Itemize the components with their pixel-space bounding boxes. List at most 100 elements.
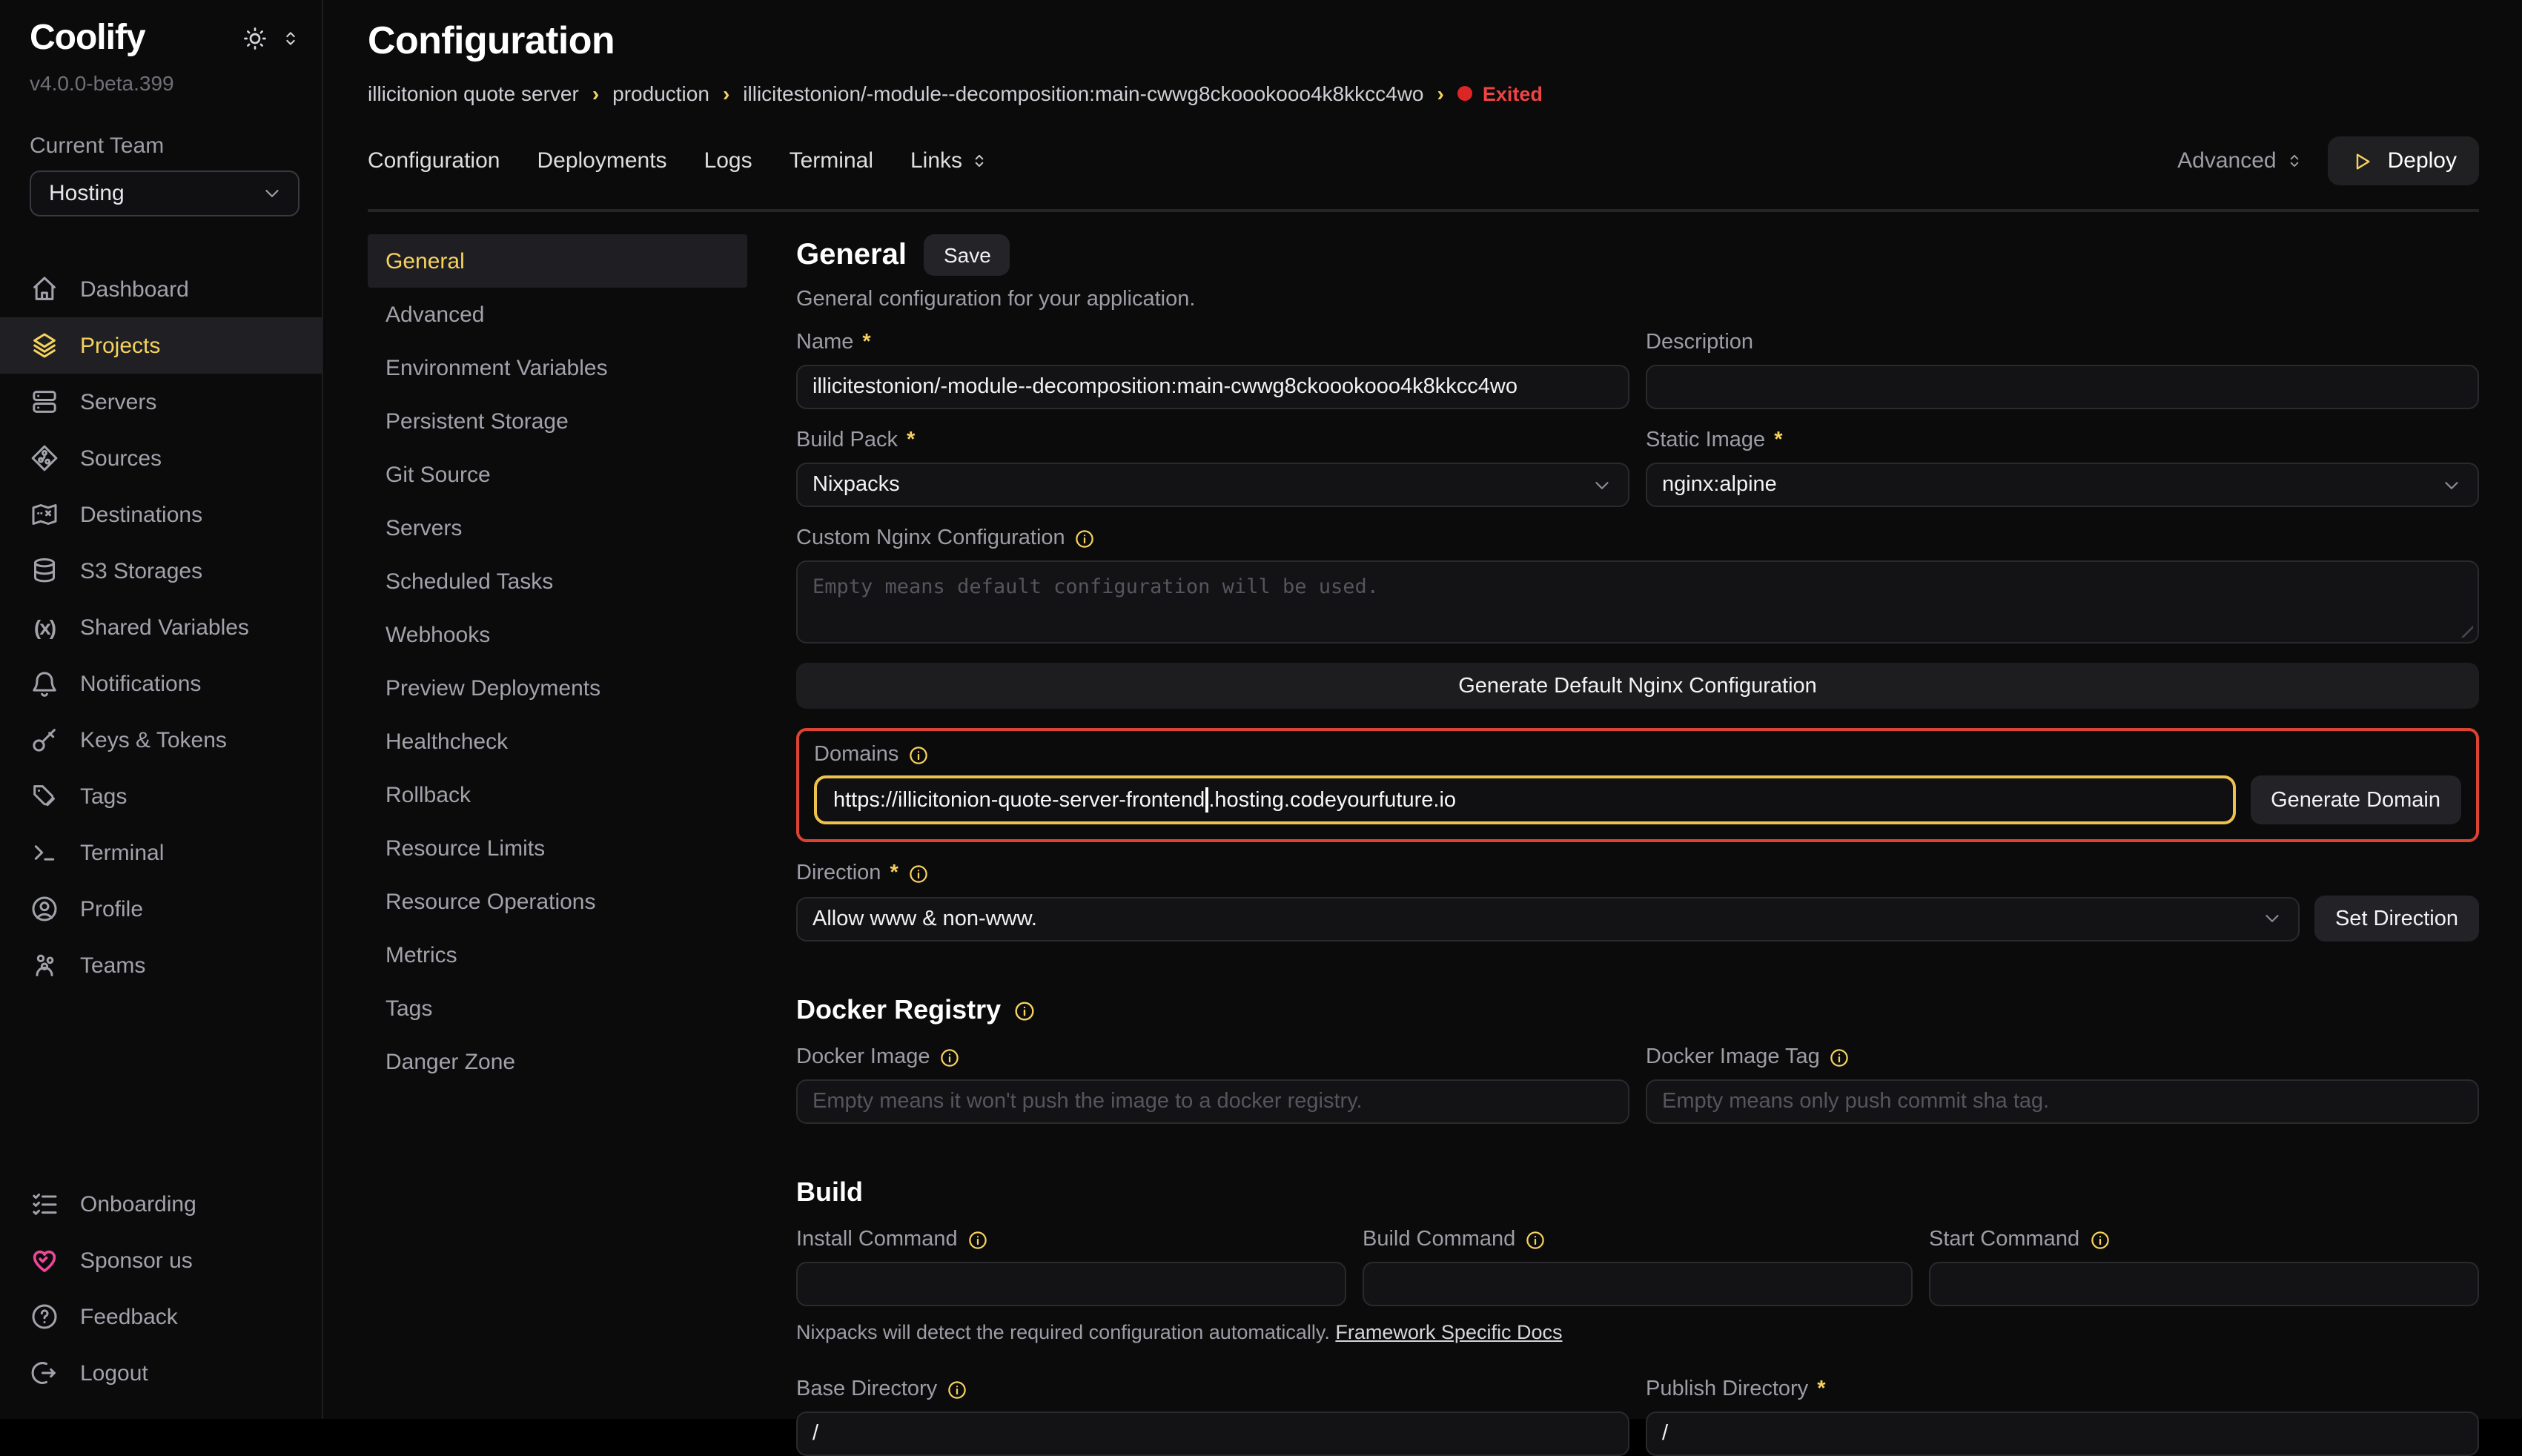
tab-terminal[interactable]: Terminal [790, 148, 873, 173]
info-icon[interactable] [907, 744, 930, 766]
info-icon[interactable] [907, 862, 930, 884]
set-direction-button[interactable]: Set Direction [2314, 896, 2479, 942]
install-command-input[interactable] [796, 1262, 1346, 1306]
subnav-item-rollback[interactable]: Rollback [368, 768, 747, 821]
info-icon[interactable] [2088, 1228, 2111, 1251]
install-command-label: Install Command [796, 1228, 1346, 1251]
theme-toggle-sun-icon[interactable] [242, 25, 268, 52]
sidebar-item-logout[interactable]: Logout [0, 1345, 322, 1401]
generate-nginx-button[interactable]: Generate Default Nginx Configuration [796, 663, 2479, 709]
breadcrumb-project[interactable]: illicitonion quote server [368, 82, 579, 105]
tab-configuration[interactable]: Configuration [368, 148, 500, 173]
sidebar-item-sponsor-us[interactable]: Sponsor us [0, 1232, 322, 1288]
domains-input[interactable]: https://illicitonion-quote-server-fronte… [814, 775, 2235, 824]
tab-links[interactable]: Links [910, 148, 989, 173]
sidebar-item-label: Destinations [80, 502, 202, 527]
subnav-item-resource-limits[interactable]: Resource Limits [368, 821, 747, 875]
docker-image-tag-input[interactable] [1646, 1079, 2479, 1124]
start-command-input[interactable] [1929, 1262, 2479, 1306]
chevron-up-down-icon [970, 151, 989, 171]
tabs: Configuration Deployments Logs Terminal … [368, 148, 989, 173]
sidebar-item-servers[interactable]: Servers [0, 374, 322, 430]
section-title: General [796, 238, 907, 272]
info-icon[interactable] [1013, 999, 1035, 1022]
name-input[interactable] [796, 365, 1629, 409]
required-asterisk: * [1774, 428, 1782, 452]
database-icon [30, 556, 59, 586]
build-command-input[interactable] [1363, 1262, 1913, 1306]
sidebar-item-shared-variables[interactable]: (x) Shared Variables [0, 599, 322, 655]
sidebar-item-projects[interactable]: Projects [0, 317, 322, 374]
tab-logs[interactable]: Logs [704, 148, 752, 173]
resize-handle[interactable] [2460, 624, 2473, 638]
team-select[interactable]: Hosting [30, 171, 299, 216]
sidebar-item-label: Projects [80, 333, 160, 358]
custom-nginx-textarea[interactable]: Empty means default configuration will b… [796, 560, 2479, 643]
subnav-item-healthcheck[interactable]: Healthcheck [368, 715, 747, 768]
section-subtitle: General configuration for your applicati… [796, 288, 2479, 311]
theme-selector-icon[interactable] [280, 28, 301, 49]
user-circle-icon [30, 894, 59, 924]
sidebar-item-destinations[interactable]: Destinations [0, 486, 322, 543]
subnav-item-metrics[interactable]: Metrics [368, 928, 747, 982]
sidebar-item-sources[interactable]: Sources [0, 430, 322, 486]
generate-domain-button[interactable]: Generate Domain [2250, 775, 2461, 824]
deploy-button[interactable]: Deploy [2329, 136, 2479, 185]
sidebar-item-feedback[interactable]: Feedback [0, 1288, 322, 1345]
framework-docs-link[interactable]: Framework Specific Docs [1335, 1321, 1562, 1343]
sidebar-item-dashboard[interactable]: Dashboard [0, 261, 322, 317]
subnav-item-webhooks[interactable]: Webhooks [368, 608, 747, 661]
sidebar-item-onboarding[interactable]: Onboarding [0, 1176, 322, 1232]
sidebar-item-terminal[interactable]: Terminal [0, 824, 322, 881]
subnav-item-scheduled-tasks[interactable]: Scheduled Tasks [368, 555, 747, 608]
sidebar-item-profile[interactable]: Profile [0, 881, 322, 937]
subnav-item-git-source[interactable]: Git Source [368, 448, 747, 501]
info-icon[interactable] [1829, 1046, 1851, 1068]
advanced-dropdown[interactable]: Advanced [2177, 148, 2304, 173]
sidebar-item-teams[interactable]: Teams [0, 937, 322, 993]
save-button[interactable]: Save [924, 234, 1010, 276]
direction-select[interactable]: Allow www & non-www. [796, 896, 2300, 941]
static-image-select[interactable]: nginx:alpine [1646, 463, 2479, 507]
info-icon[interactable] [1074, 527, 1096, 549]
description-input[interactable] [1646, 365, 2479, 409]
chevron-down-icon [2440, 474, 2463, 496]
sidebar-item-label: Keys & Tokens [80, 727, 227, 752]
info-icon[interactable] [1524, 1228, 1546, 1251]
config-subnav: General Advanced Environment Variables P… [368, 234, 747, 1419]
subnav-item-preview-deployments[interactable]: Preview Deployments [368, 661, 747, 715]
subnav-item-general[interactable]: General [368, 234, 747, 288]
sidebar-item-s3-storages[interactable]: S3 Storages [0, 543, 322, 599]
subnav-item-danger-zone[interactable]: Danger Zone [368, 1035, 747, 1088]
docker-image-input[interactable] [796, 1079, 1629, 1124]
app-logo: Coolify [30, 18, 145, 59]
tab-deployments[interactable]: Deployments [537, 148, 666, 173]
publish-directory-input[interactable] [1646, 1412, 2479, 1456]
info-icon[interactable] [967, 1228, 989, 1251]
sidebar-item-label: Tags [80, 784, 127, 809]
breadcrumb-application[interactable]: illicitestonion/-module--decomposition:m… [743, 82, 1423, 105]
breadcrumb-environment[interactable]: production [612, 82, 709, 105]
subnav-item-tags[interactable]: Tags [368, 982, 747, 1035]
info-icon[interactable] [946, 1378, 968, 1400]
subnav-item-advanced[interactable]: Advanced [368, 288, 747, 341]
main-content: Configuration illicitonion quote server … [323, 0, 2522, 1419]
sidebar-item-keys-tokens[interactable]: Keys & Tokens [0, 712, 322, 768]
subnav-item-persistent-storage[interactable]: Persistent Storage [368, 394, 747, 448]
sidebar-item-tags[interactable]: Tags [0, 768, 322, 824]
sidebar-item-label: Notifications [80, 671, 201, 696]
chevron-right-icon: › [723, 82, 729, 105]
status-badge: Exited [1457, 82, 1543, 105]
sidebar-item-label: Dashboard [80, 277, 189, 302]
base-directory-input[interactable] [796, 1412, 1629, 1456]
build-command-label: Build Command [1363, 1228, 1913, 1251]
subnav-item-resource-operations[interactable]: Resource Operations [368, 875, 747, 928]
subnav-item-servers[interactable]: Servers [368, 501, 747, 555]
chevron-down-icon [1591, 474, 1613, 496]
build-heading: Build [796, 1177, 2479, 1208]
git-icon [30, 443, 59, 473]
build-pack-select[interactable]: Nixpacks [796, 463, 1629, 507]
subnav-item-environment-variables[interactable]: Environment Variables [368, 341, 747, 394]
sidebar-item-notifications[interactable]: Notifications [0, 655, 322, 712]
info-icon[interactable] [939, 1046, 962, 1068]
